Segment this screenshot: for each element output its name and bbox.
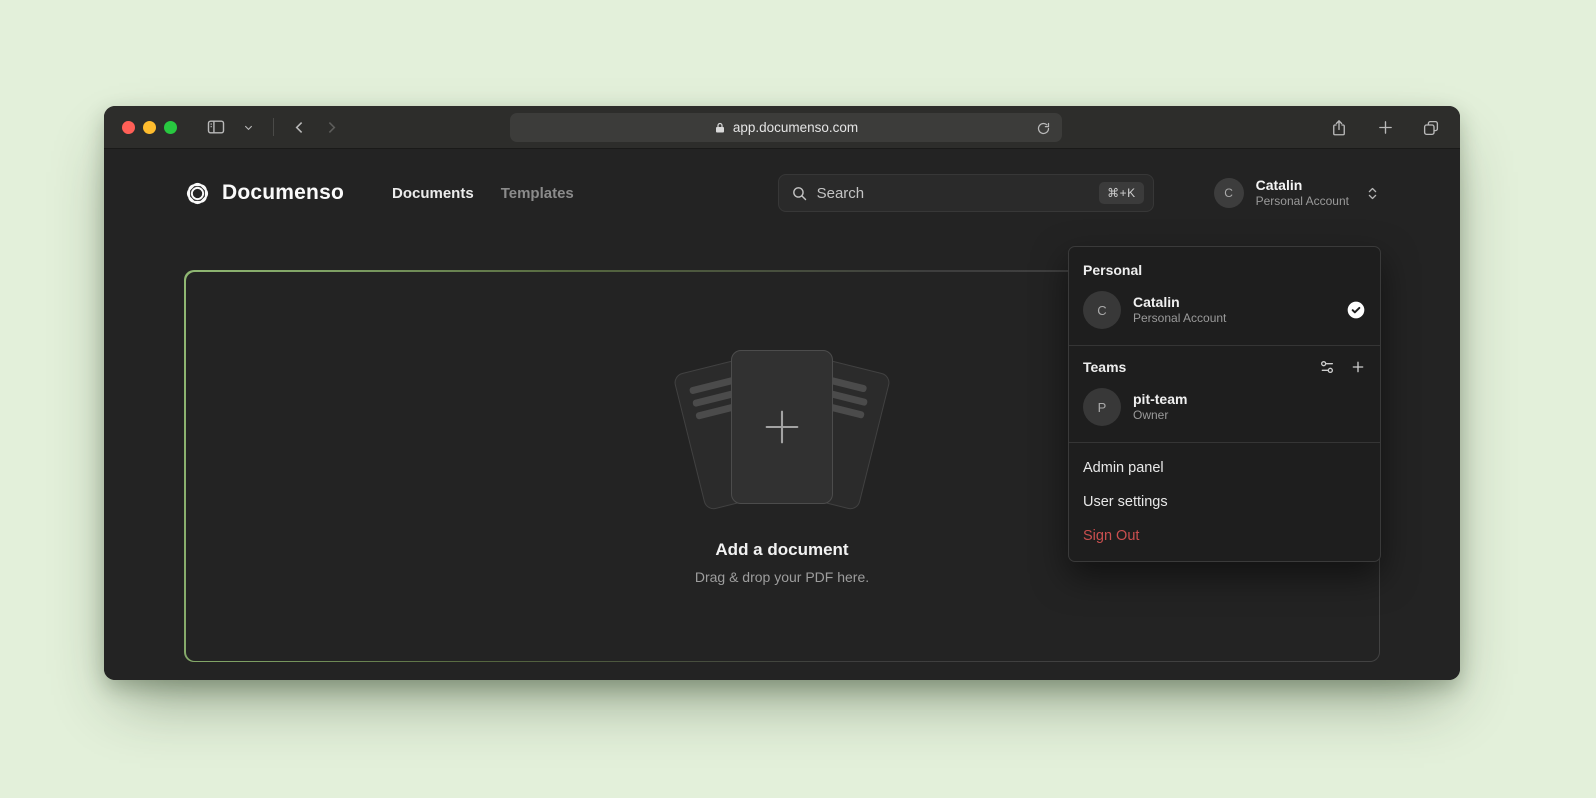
manage-teams-icon[interactable] xyxy=(1319,359,1335,375)
nav-templates[interactable]: Templates xyxy=(501,185,574,202)
menu-item-sign-out[interactable]: Sign Out xyxy=(1069,519,1380,553)
account-menu-button[interactable]: C Catalin Personal Account xyxy=(1214,177,1380,210)
zoom-button[interactable] xyxy=(164,121,177,134)
brand[interactable]: Documenso xyxy=(184,180,344,207)
teams-section-label: Teams xyxy=(1083,359,1126,375)
account-name: Catalin xyxy=(1133,293,1226,311)
search-icon xyxy=(791,185,808,202)
menu-item-user-settings[interactable]: User settings xyxy=(1069,485,1380,519)
tabs-overview-icon[interactable] xyxy=(1418,115,1444,141)
app-content: Documenso Documents Templates ⌘+K C Cata… xyxy=(104,173,1460,680)
main-nav: Documents Templates xyxy=(392,185,574,202)
plus-icon xyxy=(759,404,805,450)
toolbar-left-controls xyxy=(203,114,344,140)
forward-icon xyxy=(318,114,344,140)
teams-section-header: Teams xyxy=(1069,354,1380,380)
add-team-icon[interactable] xyxy=(1350,359,1366,375)
menu-divider xyxy=(1069,345,1380,346)
search-box[interactable]: ⌘+K xyxy=(778,174,1154,212)
personal-section-label: Personal xyxy=(1069,257,1380,283)
share-icon[interactable] xyxy=(1326,115,1352,141)
add-document-card xyxy=(731,350,833,504)
document-stack-icon xyxy=(672,348,892,510)
dropzone-title: Add a document xyxy=(715,540,848,560)
chevrons-up-down-icon xyxy=(1365,186,1380,201)
app-header: Documenso Documents Templates ⌘+K C Cata… xyxy=(184,173,1380,213)
search-input[interactable] xyxy=(817,185,1090,202)
avatar: C xyxy=(1214,178,1244,208)
team-name: pit-team xyxy=(1133,390,1187,408)
back-icon[interactable] xyxy=(286,114,312,140)
chevron-down-icon[interactable] xyxy=(235,114,261,140)
close-button[interactable] xyxy=(122,121,135,134)
reload-icon[interactable] xyxy=(1033,118,1053,138)
browser-window: app.documenso.com xyxy=(104,106,1460,680)
personal-account-item[interactable]: C Catalin Personal Account xyxy=(1069,283,1380,337)
toolbar-right-controls xyxy=(1326,106,1444,149)
url-text: app.documenso.com xyxy=(733,120,858,135)
toolbar-divider xyxy=(273,118,274,136)
brand-name: Documenso xyxy=(222,181,344,205)
avatar: C xyxy=(1083,291,1121,329)
address-bar[interactable]: app.documenso.com xyxy=(510,113,1062,142)
traffic-lights xyxy=(104,121,177,134)
menu-item-admin-panel[interactable]: Admin panel xyxy=(1069,451,1380,485)
keyboard-shortcut-badge: ⌘+K xyxy=(1099,182,1144,204)
menu-divider xyxy=(1069,442,1380,443)
account-name: Catalin xyxy=(1256,177,1349,195)
browser-toolbar: app.documenso.com xyxy=(104,106,1460,149)
documenso-logo-icon xyxy=(184,180,211,207)
team-item[interactable]: P pit-team Owner xyxy=(1069,380,1380,434)
team-role: Owner xyxy=(1133,408,1187,424)
lock-icon xyxy=(714,122,726,134)
minimize-button[interactable] xyxy=(143,121,156,134)
account-subtitle: Personal Account xyxy=(1133,311,1226,327)
nav-documents[interactable]: Documents xyxy=(392,185,474,202)
sidebar-toggle-icon[interactable] xyxy=(203,114,229,140)
account-dropdown-menu: Personal C Catalin Personal Account Team… xyxy=(1068,246,1381,562)
dropzone-subtitle: Drag & drop your PDF here. xyxy=(695,569,869,585)
check-circle-icon xyxy=(1346,300,1366,320)
account-subtitle: Personal Account xyxy=(1256,194,1349,209)
new-tab-icon[interactable] xyxy=(1372,115,1398,141)
team-avatar: P xyxy=(1083,388,1121,426)
